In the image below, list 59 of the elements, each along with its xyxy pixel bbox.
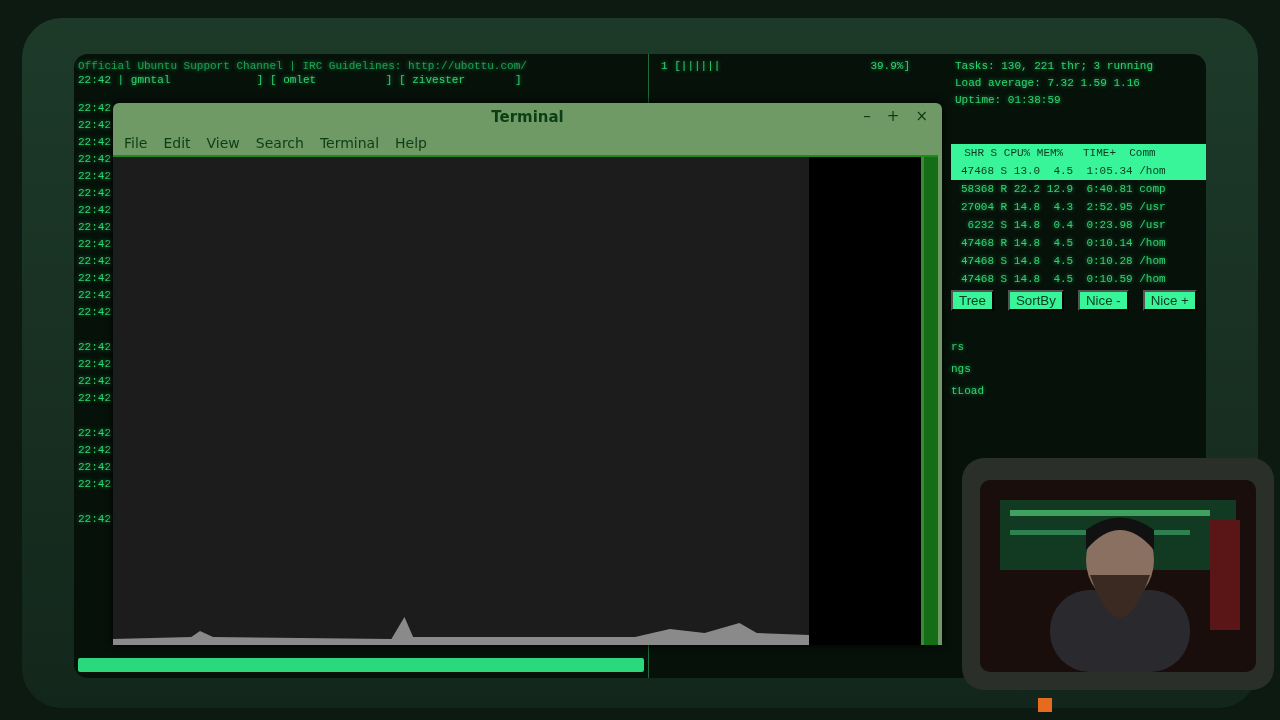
timestamp: 22:42 [78,444,111,456]
nick-list-entry: 22:42 | gmntal [78,74,172,86]
indicator-light [1038,698,1052,712]
scrollbar[interactable] [921,157,938,645]
timestamp: 22:42 [78,119,111,131]
timestamp: 22:42 [78,392,111,404]
system-stat: Uptime: 01:38:59 [955,94,1062,106]
system-stat: Tasks: 130, 221 thr; 3 running [955,60,1155,72]
timestamp: 22:42 [78,153,111,165]
timestamp: 22:42 [78,427,111,439]
nick-list-entry: ] [514,74,523,86]
text-line: tLoad [951,385,985,397]
timestamp: 22:42 [78,358,111,370]
timestamp: 22:42 [78,341,111,353]
process-row[interactable]: 47468 S 14.8 4.5 0:10.28 /hom [961,252,1206,270]
nick-list-entry: ] [ zivester [385,74,467,86]
process-row[interactable]: 58368 R 22.2 12.9 6:40.81 comp [961,180,1206,198]
timestamp: 22:42 [78,289,111,301]
function-key[interactable]: Nice + [1142,290,1197,311]
process-row[interactable]: 47468 S 13.0 4.5 1:05.34 /hom [951,162,1206,180]
menu-item[interactable]: Terminal [312,133,387,153]
timestamp: 22:42 [78,204,111,216]
timestamp: 22:42 [78,513,111,525]
function-key[interactable]: Tree [951,290,994,311]
menu-item[interactable]: Edit [156,133,198,153]
channel-topic: Official Ubuntu Support Channel | IRC Guidelines: http://ubottu.com/ [78,60,528,72]
process-row[interactable]: 6232 S 14.8 0.4 0:23.98 /usr [961,216,1206,234]
timestamp: 22:42 [78,461,111,473]
function-key[interactable]: Nice - [1077,290,1129,311]
nick-list-entry: ] [ omlet [256,74,318,86]
cpu-reading: 39.9%] [870,60,911,74]
menu-item[interactable]: File [117,133,155,153]
process-row[interactable]: 27004 R 14.8 4.3 2:52.95 /usr [961,198,1206,216]
timestamp: 22:42 [78,375,111,387]
minimize-button[interactable]: – [859,107,875,125]
menu-item[interactable]: Search [248,133,311,153]
function-key[interactable]: SortBy [1007,290,1064,311]
cpu-meter: 1 [|||||| [661,60,721,74]
text-line: ngs [951,363,972,375]
maximize-button[interactable]: + [882,107,904,125]
close-button[interactable]: × [911,107,932,125]
timestamp: 22:42 [78,255,111,267]
menu-item[interactable]: View [199,133,247,153]
menu-item[interactable]: Help [388,133,434,153]
process-table-header: SHR S CPU% MEM% TIME+ Comm [951,144,1206,162]
system-stat: Load average: 7.32 1.59 1.16 [955,77,1141,89]
timestamp: 22:42 [78,170,111,182]
process-row[interactable]: 47468 R 14.8 4.5 0:10.14 /hom [961,234,1206,252]
timestamp: 22:42 [78,478,111,490]
timestamp: 22:42 [78,136,111,148]
timestamp: 22:42 [78,221,111,233]
timestamp: 22:42 [78,272,111,284]
timestamp: 22:42 [78,238,111,250]
timestamp: 22:42 [78,187,111,199]
timestamp: 22:42 [78,102,111,114]
process-row[interactable]: 47468 S 14.8 4.5 0:10.59 /hom [961,270,1206,288]
timestamp: 22:42 [78,306,111,318]
text-line: rs [951,341,966,353]
window-title: Terminal [491,108,564,126]
